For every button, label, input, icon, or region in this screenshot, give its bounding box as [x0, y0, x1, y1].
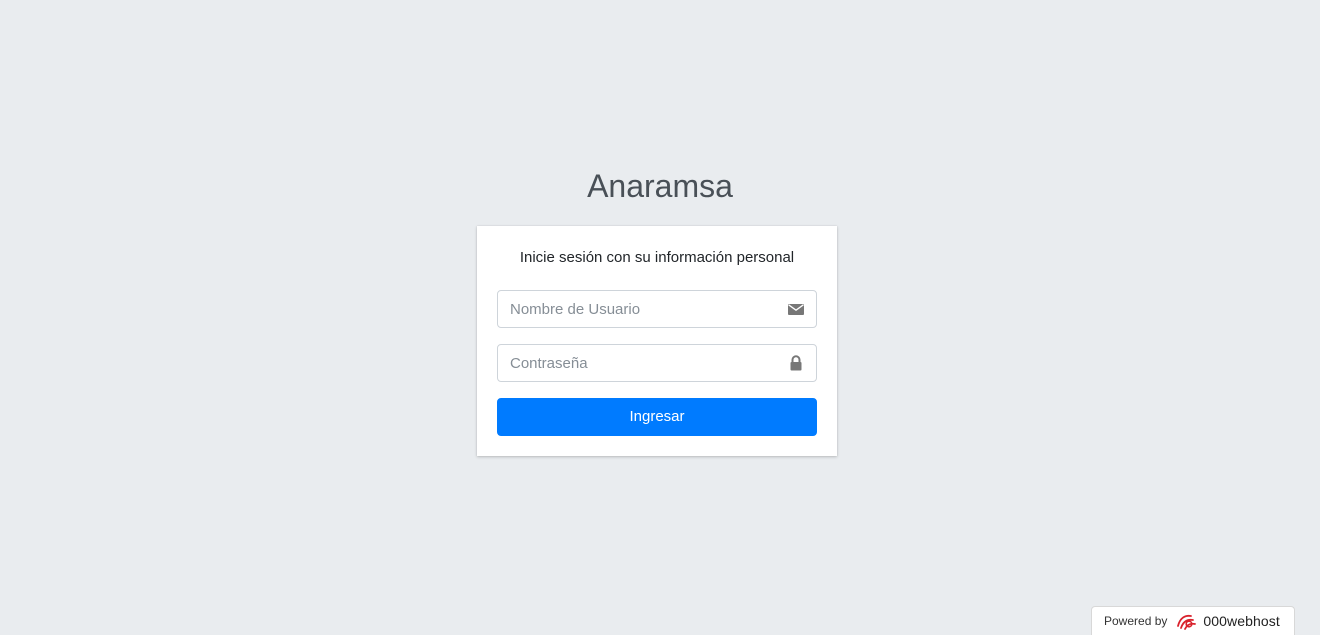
password-field-group	[497, 344, 817, 382]
username-field-group	[497, 290, 817, 328]
brand-title: Anaramsa	[587, 168, 733, 204]
envelope-icon	[788, 304, 804, 315]
powered-by-badge[interactable]: Powered by 000webhost	[1091, 606, 1295, 635]
password-input[interactable]	[498, 345, 768, 381]
000webhost-brand-name: 000webhost	[1203, 613, 1280, 629]
login-message: Inicie sesión con su información persona…	[519, 249, 795, 266]
login-card: Inicie sesión con su información persona…	[477, 226, 837, 456]
powered-by-label: Powered by	[1104, 614, 1168, 628]
lock-icon	[790, 355, 802, 371]
000webhost-logo-icon	[1177, 614, 1197, 630]
username-input[interactable]	[498, 291, 768, 327]
login-submit-button[interactable]: Ingresar	[497, 398, 817, 436]
